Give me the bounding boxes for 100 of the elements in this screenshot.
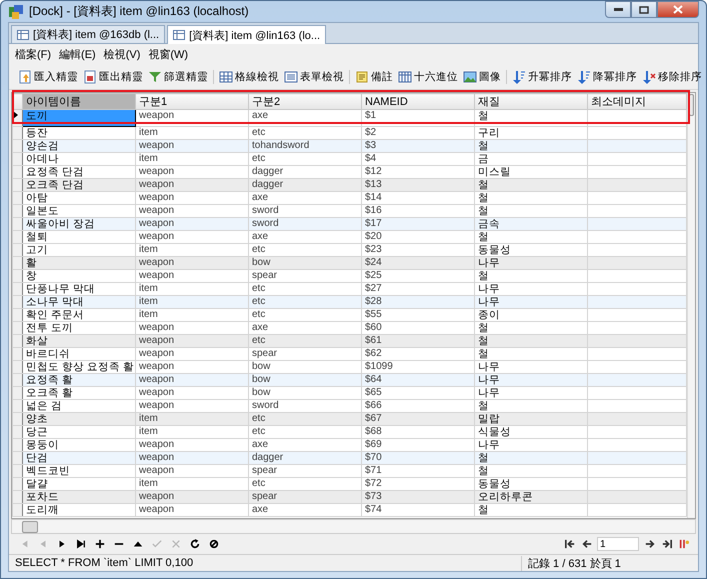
table-cell: 소나무 막대 [22,296,136,308]
horizontal-scrollbar[interactable] [11,519,696,534]
table-cell: 철 [474,464,588,478]
table-cell: $74 [362,504,474,516]
table-cell: axe [248,230,362,244]
column-header[interactable]: NAMEID [362,94,474,110]
table-cell: weapon [136,452,248,464]
column-header[interactable]: 구분1 [136,94,248,110]
column-header[interactable]: 구분2 [248,94,362,110]
menu-item[interactable]: 檔案(F) [15,47,52,62]
table-cell: etc [248,152,362,166]
next-page-button[interactable] [643,538,656,550]
table-cell: 철 [474,140,588,152]
toolbar-button[interactable]: 降冪排序 [576,70,638,84]
table-cell: etc [248,334,362,348]
table-cell: 바르디쉬 [22,348,136,360]
record-count: 記錄 1 / 631 於頁 1 [521,556,698,570]
table-cell: weapon [136,140,248,152]
vertical-scrollbar[interactable] [687,93,695,518]
import-icon [18,70,32,84]
cancel-icon [170,539,180,549]
table-icon [173,30,186,40]
table-cell: spear [248,348,362,360]
toolbar-button[interactable]: 升冪排序 [511,70,573,84]
previous-page-button[interactable] [580,538,593,550]
table-cell: 당근 [22,426,136,438]
stop-icon [208,539,218,549]
column-header[interactable]: 재질 [474,94,588,110]
toolbar-button[interactable]: 格線檢視 [218,70,280,84]
table-cell: dagger [248,178,362,192]
table-cell: $1 [362,110,474,126]
minimize-button[interactable] [605,1,631,18]
close-button[interactable] [657,1,699,18]
add-icon [94,539,104,549]
stop-button[interactable] [207,538,220,550]
note-icon [355,70,369,84]
table-cell: $13 [362,178,474,192]
toolbar-button[interactable]: 匯出精靈 [82,70,144,84]
table-cell: $28 [362,296,474,308]
table-cell: 포차드 [22,490,136,504]
form-icon [284,70,298,84]
toolbar-button[interactable]: 十六進位 [397,70,459,84]
table-cell: 밀랍 [474,412,588,426]
table-cell: 나무 [474,256,588,270]
table-cell: $62 [362,348,474,360]
table-cell: item [136,308,248,322]
close-icon [673,5,683,14]
table-cell: 철 [474,452,588,464]
table-cell: etc [248,296,362,308]
table-cell: $61 [362,334,474,348]
add-button[interactable] [93,538,106,550]
table-cell: item [136,412,248,426]
tab[interactable]: [資料表] item @lin163 (lo... [167,25,326,44]
first-page-button[interactable] [563,538,576,550]
toolbar-button[interactable]: 移除排序 [641,70,703,84]
toolbar-button[interactable]: 備註 [354,70,394,84]
page-field[interactable]: 1 [597,537,639,551]
table-cell: sword [248,218,362,230]
last-button[interactable] [74,538,87,550]
table-icon [17,30,29,40]
table-cell: 도리깨 [22,504,136,516]
table-cell: etc [248,426,362,438]
menu-item[interactable]: 檢視(V) [104,47,140,62]
table-cell: 창 [22,270,136,282]
table-cell: weapon [136,334,248,348]
table-cell: 철 [474,334,588,348]
column-header[interactable]: 아이템이름 [22,94,136,110]
table-cell: item [136,296,248,308]
menu-item[interactable]: 視窗(W) [148,47,188,62]
column-header[interactable]: 최소데미지 [588,94,686,110]
toolbar-button[interactable]: 篩選精靈 [147,70,209,84]
table-cell: 철 [474,504,588,516]
menu-item[interactable]: 編輯(E) [59,47,96,62]
table-cell: $14 [362,192,474,204]
table-cell: bow [248,374,362,386]
maximize-button[interactable] [631,1,657,18]
refresh-button[interactable] [188,538,201,550]
table-cell: 금속 [474,218,588,230]
row-pointer-icon [14,111,18,119]
table-cell: item [136,426,248,438]
next-icon [56,539,66,549]
table-cell: bow [248,386,362,400]
table-cell: $25 [362,270,474,282]
table-cell: $17 [362,218,474,230]
last-page-button[interactable] [660,538,673,550]
table-cell: 요정족 활 [22,374,136,386]
table-cell: $68 [362,426,474,438]
table-cell: weapon [136,110,248,126]
table-cell: 싸울아비 장검 [22,218,136,230]
toolbar-button[interactable]: 匯入精靈 [17,70,79,84]
table-cell: etc [248,412,362,426]
toolbar-button[interactable]: 表單檢視 [283,70,345,84]
refresh-icon [190,539,200,549]
tab[interactable]: [資料表] item @163db (l... [11,25,166,43]
table-cell: 철 [474,230,588,244]
sort-icon [512,70,526,84]
toolbar-button[interactable]: 圖像 [462,70,502,84]
last-icon [76,539,86,549]
export-icon [83,70,97,84]
table-cell: 오크족 단검 [22,178,136,192]
